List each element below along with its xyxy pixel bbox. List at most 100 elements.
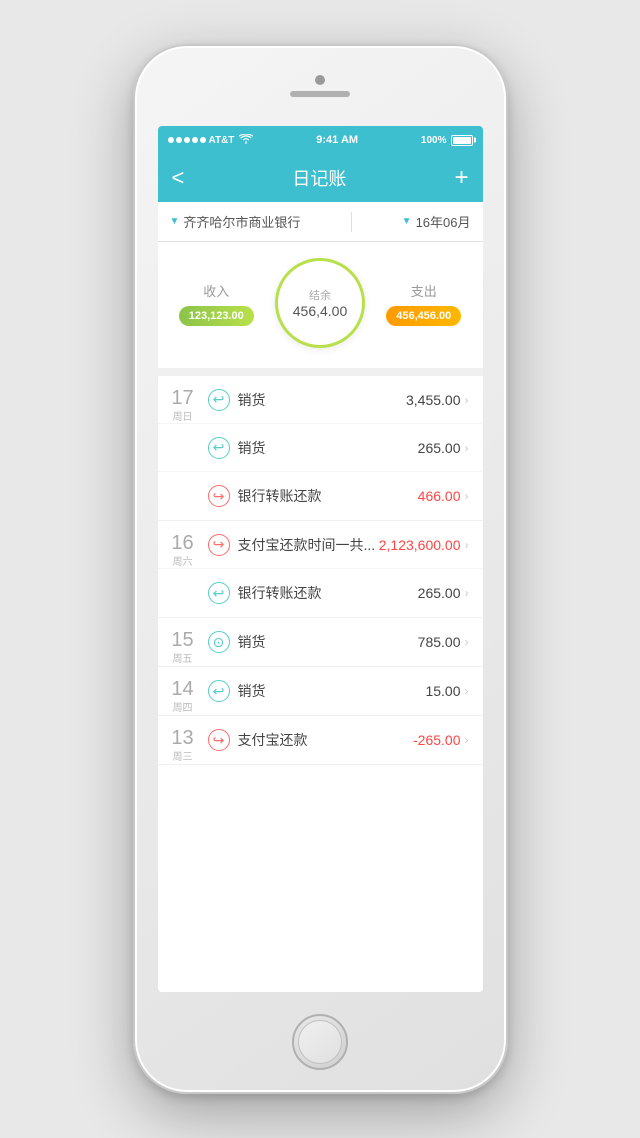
tx-amount: -265.00 — [413, 732, 460, 748]
tx-name: 支付宝还款 — [238, 730, 414, 750]
transaction-item[interactable]: ↩销货265.00› — [158, 424, 483, 472]
status-left: AT&T — [168, 134, 254, 147]
period-filter[interactable]: ▼ 16年06月 — [402, 212, 471, 231]
day-header: 17 周日 — [166, 388, 200, 423]
tx-income-icon: ↩ — [208, 582, 230, 604]
tx-amount: 3,455.00 — [406, 392, 461, 408]
tx-income-icon: ↩ — [208, 437, 230, 459]
tx-chevron-icon: › — [465, 441, 469, 455]
tx-income-icon: ↩ — [208, 680, 230, 702]
day-number: 14 — [171, 679, 193, 699]
tx-name: 销货 — [238, 681, 426, 701]
day-header: 16 周六 — [166, 533, 200, 568]
balance-circle: 结余 456,4.00 — [275, 258, 365, 348]
tx-expense-icon: ↪ — [208, 534, 230, 556]
day-header: 14 周四 — [166, 679, 200, 714]
back-button[interactable]: < — [172, 167, 185, 189]
dot2 — [176, 137, 182, 143]
tx-amount: 785.00 — [418, 634, 461, 650]
tx-name: 销货 — [238, 390, 407, 410]
tx-name: 销货 — [238, 438, 418, 458]
tx-name: 支付宝还款时间一共... — [238, 535, 379, 555]
add-button[interactable]: + — [454, 166, 468, 190]
tx-amount: 2,123,600.00 — [379, 537, 461, 553]
expense-label: 支出 — [411, 281, 437, 300]
tx-name: 销货 — [238, 632, 418, 652]
day-number: 13 — [171, 728, 193, 748]
silent-button — [133, 206, 135, 234]
day-header: 15 周五 — [166, 630, 200, 665]
day-number: 16 — [171, 533, 193, 553]
day-group: 13 周三 ↪ 支付宝还款-265.00 › — [158, 716, 483, 765]
tx-transfer-icon: ⊙ — [208, 631, 230, 653]
day-number: 17 — [171, 388, 193, 408]
tx-expense-icon: ↪ — [208, 729, 230, 751]
tx-chevron-icon: › — [465, 684, 469, 698]
home-button[interactable] — [292, 1014, 348, 1070]
dot1 — [168, 137, 174, 143]
day-weekday: 周五 — [173, 650, 193, 665]
transaction-item[interactable]: ↪ 银行转账还款466.00 › — [158, 472, 483, 520]
battery-icon — [451, 135, 473, 146]
day-group: 17 周日 ↩销货3,455.00›↩销货265.00›↪银行转账还款466.0… — [158, 376, 483, 521]
nav-title: 日记账 — [292, 165, 346, 191]
transaction-item[interactable]: 13 周三 ↪ 支付宝还款-265.00 › — [158, 716, 483, 764]
power-button — [506, 266, 508, 326]
dot4 — [192, 137, 198, 143]
tx-amount: 466.00 — [418, 488, 461, 504]
filter-divider — [351, 212, 352, 232]
tx-chevron-icon: › — [465, 733, 469, 747]
phone-wrapper: AT&T 9:41 AM 100% < — [133, 44, 508, 1094]
expense-summary: 支出 456,456.00 — [365, 281, 483, 326]
balance-label: 结余 — [309, 287, 331, 303]
transaction-list: 17 周日 ↩销货3,455.00›↩销货265.00›↪银行转账还款466.0… — [158, 376, 483, 992]
income-label: 收入 — [203, 281, 229, 300]
day-header: 13 周三 — [166, 728, 200, 763]
dot3 — [184, 137, 190, 143]
tx-amount: 265.00 — [418, 585, 461, 601]
signal-dots — [168, 137, 206, 143]
phone-shell: AT&T 9:41 AM 100% < — [133, 44, 508, 1094]
summary-section: 收入 123,123.00 结余 456,4.00 支出 456,456.00 — [158, 242, 483, 376]
battery-fill — [453, 137, 471, 144]
tx-amount: 15.00 — [425, 683, 460, 699]
phone-top — [135, 46, 506, 126]
income-summary: 收入 123,123.00 — [158, 281, 276, 326]
period-label: 16年06月 — [416, 212, 471, 231]
day-weekday: 周三 — [173, 748, 193, 763]
tx-name: 银行转账还款 — [238, 486, 418, 506]
status-time: 9:41 AM — [316, 134, 358, 146]
chevron-down-icon: ▼ — [170, 216, 180, 227]
transaction-item[interactable]: 17 周日 ↩销货3,455.00› — [158, 376, 483, 424]
day-group: 16 周六 ↪ 支付宝还款时间一共...2,123,600.00 › ↩ 银行转账还款2… — [158, 521, 483, 618]
day-number: 15 — [171, 630, 193, 650]
transaction-item[interactable]: 16 周六 ↪ 支付宝还款时间一共...2,123,600.00 › — [158, 521, 483, 569]
transaction-item[interactable]: ↩ 银行转账还款265.00 › — [158, 569, 483, 617]
chevron-down-icon-2: ▼ — [402, 216, 412, 227]
income-bar: 123,123.00 — [179, 306, 254, 326]
status-right: 100% — [421, 135, 473, 146]
day-weekday: 周四 — [173, 699, 193, 714]
tx-chevron-icon: › — [465, 538, 469, 552]
nav-bar: < 日记账 + — [158, 154, 483, 202]
bank-filter[interactable]: ▼ 齐齐哈尔市商业银行 — [170, 212, 301, 231]
day-weekday: 周六 — [173, 553, 193, 568]
volume-up-button — [133, 246, 135, 282]
tx-name: 银行转账还款 — [238, 583, 418, 603]
tx-chevron-icon: › — [465, 489, 469, 503]
speaker — [290, 91, 350, 97]
home-button-inner — [298, 1020, 342, 1064]
battery-label: 100% — [421, 135, 447, 146]
expense-bar: 456,456.00 — [386, 306, 461, 326]
transaction-item[interactable]: 14 周四 ↩ 销货15.00 › — [158, 667, 483, 715]
phone-screen: AT&T 9:41 AM 100% < — [158, 126, 483, 992]
carrier-label: AT&T — [209, 135, 235, 146]
tx-chevron-icon: › — [465, 586, 469, 600]
dot5 — [200, 137, 206, 143]
tx-chevron-icon: › — [465, 635, 469, 649]
transaction-item[interactable]: 15 周五 ⊙ 销货785.00 › — [158, 618, 483, 666]
camera — [315, 75, 325, 85]
phone-bottom — [135, 992, 506, 1092]
tx-expense-icon: ↪ — [208, 485, 230, 507]
tx-chevron-icon: › — [465, 393, 469, 407]
